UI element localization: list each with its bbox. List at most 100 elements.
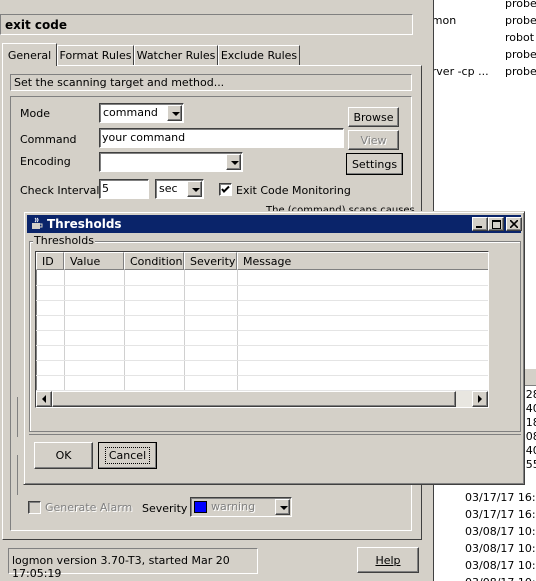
table-cell [124,360,185,376]
check-interval-input[interactable]: 5 [99,179,149,199]
thresholds-table[interactable]: ID Value Condition Severity Message [35,251,489,408]
background-list-group: probes [505,0,536,10]
table-cell [237,285,488,301]
column-header-severity[interactable]: Severity [184,252,237,270]
java-cup-icon [32,217,43,229]
table-cell [64,285,125,301]
table-cell [237,375,488,391]
mode-dropdown[interactable]: command [99,103,184,123]
table-cell [184,300,238,316]
table-cell [124,300,185,316]
ok-button[interactable]: OK [34,442,93,469]
table-row[interactable] [36,360,488,376]
tab-watcher-rules-label: Watcher Rules [136,49,216,62]
table-cell [184,360,238,376]
table-row[interactable] [36,345,488,361]
table-cell [64,270,125,286]
table-row[interactable] [36,330,488,346]
table-cell [237,345,488,361]
interval-unit-value: sec [159,182,178,195]
mode-dropdown-value: command [103,106,158,119]
background-table-timestamp: 03/08/17 10:4 [465,559,536,572]
tab-exclude-rules[interactable]: Exclude Rules [218,45,300,65]
table-cell [237,270,488,286]
column-header-severity-label: Severity [190,254,236,268]
exit-code-monitoring-checkbox[interactable] [219,183,232,196]
background-table-timestamp: 03/17/17 16:5 [465,508,536,521]
table-cell [184,375,238,391]
dialog-title-bar[interactable]: Thresholds [27,215,522,233]
table-cell [184,315,238,331]
column-header-message-label: Message [243,254,292,268]
horizontal-scrollbar[interactable] [36,391,488,407]
table-cell [124,375,185,391]
encoding-dropdown[interactable] [99,152,243,172]
table-row[interactable] [36,315,488,331]
table-cell [36,375,65,391]
generate-alarm-label: Generate Alarm [45,501,133,514]
background-table-timestamp: 03/08/17 10:5 [465,525,536,538]
command-label: Command [20,133,77,146]
scroll-thumb[interactable] [52,391,456,407]
column-header-message[interactable]: Message [237,252,488,270]
table-cell [36,285,65,301]
encoding-label: Encoding [20,155,71,168]
tab-format-rules[interactable]: Format Rules [57,45,134,65]
command-input[interactable]: your command [99,128,344,148]
thresholds-dialog: Thresholds Thresholds ID Value Condition… [23,211,525,485]
settings-button[interactable]: Settings [346,153,403,175]
interval-unit-dropdown[interactable]: sec [155,179,204,199]
chevron-down-icon [226,154,241,170]
arrow-left-icon [42,395,46,403]
check-interval-label: Check Interval [20,184,100,197]
table-cell [124,270,185,286]
table-cell [237,330,488,346]
mode-label: Mode [20,107,50,120]
browse-button[interactable]: Browse [348,107,399,127]
background-list-command: erver -cp ... [425,65,489,78]
title-field: exit code [0,14,413,35]
column-header-value-label: Value [70,254,101,268]
scroll-left-button[interactable] [36,391,52,407]
background-table-timestamp: 03/08/17 10:5 [465,542,536,555]
maximize-button[interactable] [488,217,504,231]
check-interval-value: 5 [102,182,109,195]
background-list-item: erver -cp ... probes [425,65,536,82]
help-button[interactable]: Help [357,547,419,573]
chevron-down-icon [187,181,202,197]
arrow-right-icon [478,395,482,403]
table-row[interactable] [36,375,488,391]
status-bar: logmon version 3.70-T3, started Mar 20 1… [8,548,258,580]
table-cell [36,345,65,361]
close-icon [510,220,518,228]
tab-general[interactable]: General [2,43,57,66]
column-header-value[interactable]: Value [64,252,124,270]
minimize-button[interactable] [472,217,488,231]
column-header-id[interactable]: ID [36,252,64,270]
maximize-icon [491,219,501,229]
background-list-group: probes [505,65,536,78]
cancel-button[interactable]: Cancel [98,442,157,469]
background-table-timestamp: 03/08/17 10:4 [465,576,536,581]
view-button[interactable]: View [348,130,399,150]
severity-dropdown[interactable]: warning [190,497,292,517]
severity-value: warning [211,500,256,513]
table-row[interactable] [36,285,488,301]
background-list-group: probes [505,48,536,61]
scroll-right-button[interactable] [472,391,488,407]
table-row[interactable] [36,300,488,316]
tab-watcher-rules[interactable]: Watcher Rules [134,45,218,65]
exit-code-monitoring-label: Exit Code Monitoring [236,184,351,197]
chevron-down-icon [167,105,182,121]
close-button[interactable] [506,217,522,231]
table-row[interactable] [36,270,488,286]
cancel-button-label: Cancel [104,447,151,464]
severity-label: Severity [142,502,188,515]
ok-button-label: OK [55,449,72,462]
table-cell [184,330,238,346]
table-cell [237,360,488,376]
table-cell [184,285,238,301]
generate-alarm-checkbox[interactable] [28,501,41,514]
command-input-value: your command [102,131,186,144]
column-header-condition[interactable]: Condition [124,252,184,270]
